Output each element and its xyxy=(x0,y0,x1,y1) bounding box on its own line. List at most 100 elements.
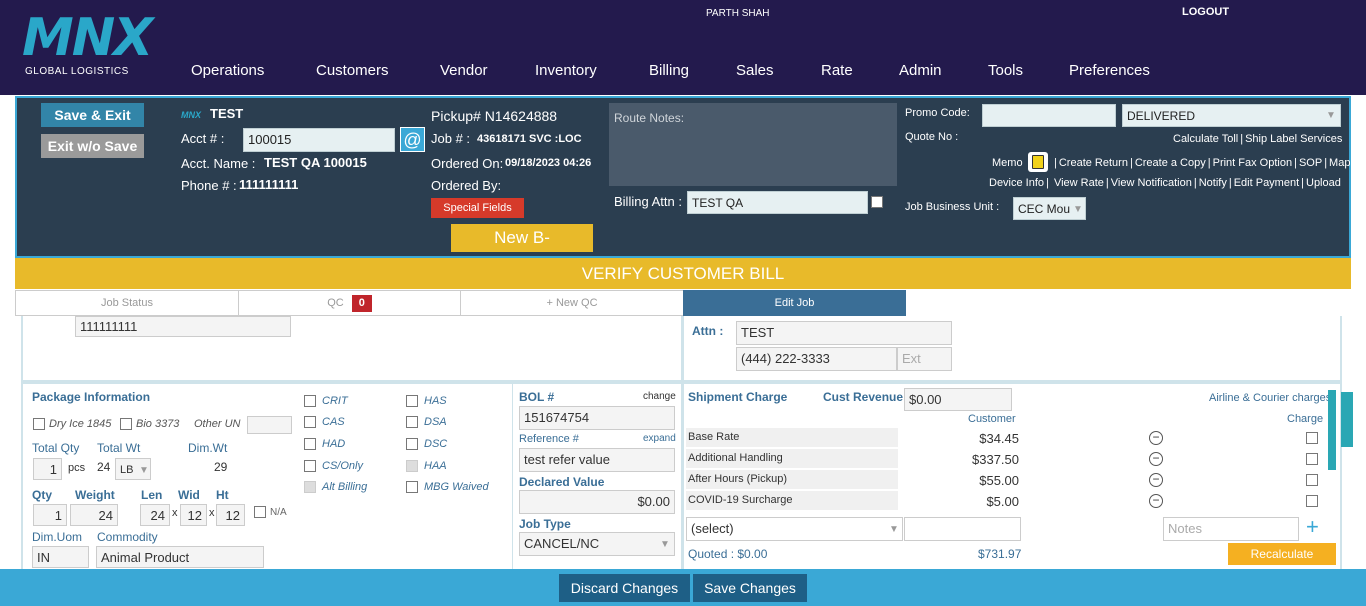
charge-column-header: Charge xyxy=(1287,413,1324,425)
len-input[interactable]: 24 xyxy=(140,504,170,526)
reference-expand-link[interactable]: expand xyxy=(643,433,676,444)
haa-label: HAA xyxy=(424,460,447,472)
view-rate-link[interactable]: View Rate xyxy=(1054,177,1104,189)
nav-operations[interactable]: Operations xyxy=(191,62,264,79)
acct-number-input[interactable]: 100015 xyxy=(243,128,395,152)
logout-link[interactable]: LOGOUT xyxy=(1182,6,1229,18)
contact-phone-input[interactable]: 111111111 xyxy=(75,316,291,337)
memo-note-icon[interactable] xyxy=(1028,152,1048,172)
airline-courier-charges-link[interactable]: Airline & Courier charges xyxy=(1209,392,1331,404)
bol-input[interactable]: 151674754 xyxy=(519,406,675,430)
nav-vendor[interactable]: Vendor xyxy=(440,62,488,79)
device-info-link[interactable]: Device Info xyxy=(989,177,1044,189)
nav-billing[interactable]: Billing xyxy=(649,62,689,79)
cs-only-checkbox[interactable] xyxy=(304,460,316,472)
at-lookup-button[interactable]: @ xyxy=(400,127,425,152)
has-checkbox[interactable] xyxy=(406,395,418,407)
has-label: HAS xyxy=(424,395,447,407)
save-changes-button[interactable]: Save Changes xyxy=(693,574,807,602)
dim-uom-select[interactable]: IN xyxy=(32,546,89,568)
charge-notes-input[interactable]: Notes xyxy=(1163,517,1299,541)
attn-phone-input[interactable]: (444) 222-3333 xyxy=(736,347,897,371)
ship-label-services-link[interactable]: Ship Label Services xyxy=(1245,133,1342,145)
dsa-checkbox[interactable] xyxy=(406,416,418,428)
save-exit-button[interactable]: Save & Exit xyxy=(41,103,144,127)
side-scroll-handle[interactable] xyxy=(1341,392,1353,447)
remove-charge-icon[interactable]: − xyxy=(1149,473,1163,487)
charge-checkbox[interactable] xyxy=(1306,495,1318,507)
mbg-waived-checkbox[interactable] xyxy=(406,481,418,493)
exit-without-save-button[interactable]: Exit w/o Save xyxy=(41,134,144,158)
charge-checkbox[interactable] xyxy=(1306,432,1318,444)
nav-admin[interactable]: Admin xyxy=(899,62,942,79)
create-copy-link[interactable]: Create a Copy xyxy=(1135,157,1206,169)
charge-type-select[interactable]: (select) xyxy=(686,517,903,541)
other-un-input[interactable] xyxy=(247,416,292,434)
cust-revenue-input[interactable]: $0.00 xyxy=(904,388,1012,411)
declared-value-label: Declared Value xyxy=(519,475,605,489)
na-checkbox[interactable] xyxy=(254,506,266,518)
tab-qc[interactable]: QC 0 xyxy=(238,290,461,316)
promo-code-input[interactable] xyxy=(982,104,1116,127)
alt-billing-checkbox[interactable] xyxy=(304,481,316,493)
attn-input[interactable]: TEST xyxy=(736,321,952,345)
notify-link[interactable]: Notify xyxy=(1199,177,1227,189)
charge-checkbox[interactable] xyxy=(1306,453,1318,465)
remove-charge-icon[interactable]: − xyxy=(1149,431,1163,445)
company-logo[interactable]: MNX xyxy=(22,12,153,64)
commodity-select[interactable]: Animal Product xyxy=(96,546,264,568)
tab-new-qc[interactable]: + New QC xyxy=(460,290,684,316)
charge-row-amount: $5.00 xyxy=(986,494,1019,509)
scrollbar-thumb[interactable] xyxy=(1328,390,1336,470)
edit-payment-link[interactable]: Edit Payment xyxy=(1234,177,1299,189)
bol-change-link[interactable]: change xyxy=(643,391,676,402)
ht-input[interactable]: 12 xyxy=(216,504,245,526)
billing-attn-input[interactable]: TEST QA xyxy=(687,191,868,214)
declared-value-input[interactable]: $0.00 xyxy=(519,490,675,514)
route-notes-box[interactable]: Route Notes: xyxy=(609,103,897,186)
charge-checkbox[interactable] xyxy=(1306,474,1318,486)
special-fields-button[interactable]: Special Fields xyxy=(431,198,524,218)
billing-attn-checkbox[interactable] xyxy=(871,196,883,208)
nav-customers[interactable]: Customers xyxy=(316,62,389,79)
nav-sales[interactable]: Sales xyxy=(736,62,774,79)
create-return-link[interactable]: Create Return xyxy=(1059,157,1128,169)
upload-link[interactable]: Upload xyxy=(1306,177,1341,189)
crit-checkbox[interactable] xyxy=(304,395,316,407)
weight-input[interactable]: 24 xyxy=(70,504,118,526)
reference-input[interactable]: test refer value xyxy=(519,448,675,472)
alt-billing-label: Alt Billing xyxy=(322,481,368,493)
job-label: Job # : xyxy=(431,131,471,146)
haa-checkbox[interactable] xyxy=(406,460,418,472)
tab-job-status[interactable]: Job Status xyxy=(15,290,239,316)
nav-tools[interactable]: Tools xyxy=(988,62,1023,79)
cas-checkbox[interactable] xyxy=(304,416,316,428)
add-charge-icon[interactable]: + xyxy=(1306,516,1319,538)
bio-checkbox[interactable] xyxy=(120,418,132,430)
total-qty-input[interactable]: 1 xyxy=(33,458,62,480)
wid-input[interactable]: 12 xyxy=(180,504,207,526)
ext-input[interactable]: Ext xyxy=(897,347,952,371)
nav-inventory[interactable]: Inventory xyxy=(535,62,597,79)
nav-preferences[interactable]: Preferences xyxy=(1069,62,1150,79)
view-notification-link[interactable]: View Notification xyxy=(1111,177,1192,189)
tab-edit-job[interactable]: Edit Job xyxy=(683,290,906,316)
recalculate-button[interactable]: Recalculate xyxy=(1228,543,1336,565)
dsc-checkbox[interactable] xyxy=(406,438,418,450)
discard-changes-button[interactable]: Discard Changes xyxy=(559,574,690,602)
charge-amount-input[interactable] xyxy=(904,517,1021,541)
dry-ice-checkbox[interactable] xyxy=(33,418,45,430)
print-fax-option-link[interactable]: Print Fax Option xyxy=(1213,157,1292,169)
remove-charge-icon[interactable]: − xyxy=(1149,452,1163,466)
qty-input[interactable]: 1 xyxy=(33,504,67,526)
sop-link[interactable]: SOP xyxy=(1299,157,1322,169)
status-select[interactable]: DELIVERED xyxy=(1122,104,1341,127)
nav-rate[interactable]: Rate xyxy=(821,62,853,79)
remove-charge-icon[interactable]: − xyxy=(1149,494,1163,508)
new-b-button[interactable]: New B- xyxy=(451,224,593,252)
job-type-select[interactable]: CANCEL/NC xyxy=(519,532,675,556)
map-link[interactable]: Map xyxy=(1329,157,1350,169)
had-checkbox[interactable] xyxy=(304,438,316,450)
calculate-toll-link[interactable]: Calculate Toll xyxy=(1173,133,1238,145)
chevron-down-icon: ▼ xyxy=(139,465,149,476)
